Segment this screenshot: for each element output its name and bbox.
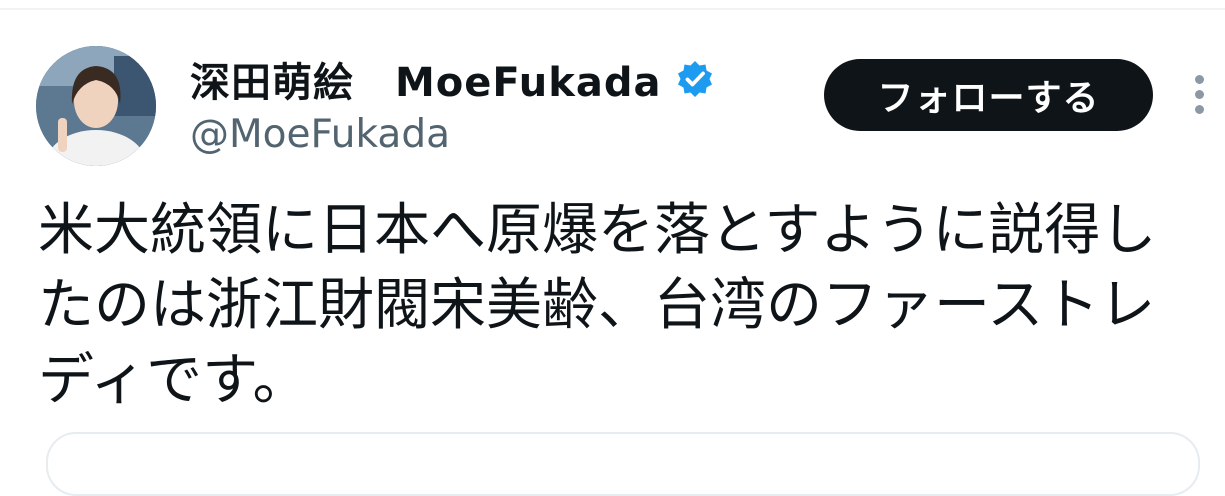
tweet-text: 米大統領に日本へ原爆を落とすように説得したのは浙江財閥宋美齢、台湾のファーストレ… xyxy=(38,198,1157,413)
avatar-image xyxy=(36,46,156,166)
author-display-name[interactable]: 深田萌絵 MoeFukada xyxy=(190,50,661,108)
author-handle[interactable]: @MoeFukada xyxy=(190,112,450,157)
author-name-row[interactable]: 深田萌絵 MoeFukada xyxy=(190,50,715,108)
top-divider xyxy=(0,8,1225,10)
follow-button[interactable]: フォローする xyxy=(824,59,1153,131)
avatar[interactable] xyxy=(36,46,156,166)
verified-badge-icon xyxy=(675,59,715,99)
more-vertical-icon[interactable] xyxy=(1188,73,1212,117)
embedded-card[interactable] xyxy=(46,432,1200,496)
